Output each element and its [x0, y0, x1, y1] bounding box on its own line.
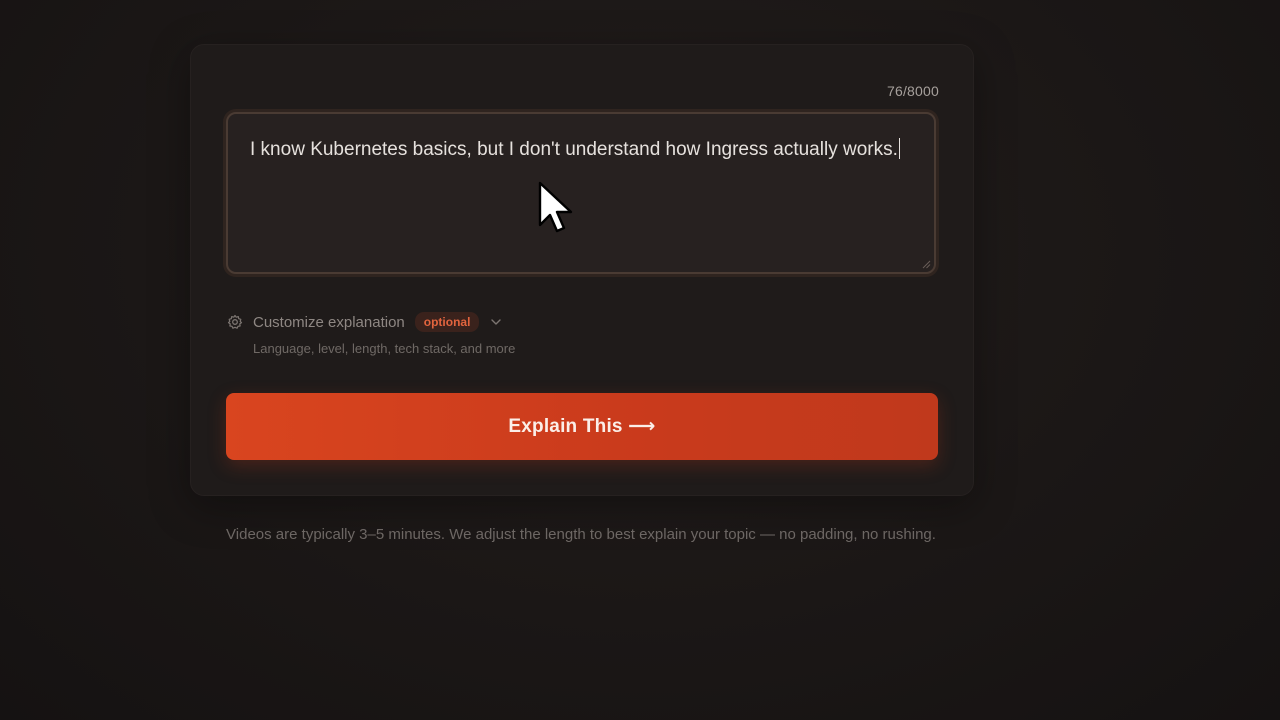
prompt-text: I know Kubernetes basics, but I don't un… — [250, 139, 898, 160]
app-stage: 76/8000 I know Kubernetes basics, but I … — [0, 0, 1280, 720]
chevron-down-icon — [489, 315, 503, 329]
resize-handle-icon[interactable] — [922, 260, 931, 269]
character-counter: 76/8000 — [886, 83, 939, 99]
optional-badge: optional — [414, 312, 480, 332]
length-note: Videos are typically 3–5 minutes. We adj… — [226, 526, 936, 543]
text-caret — [898, 138, 900, 159]
prompt-textarea[interactable]: I know Kubernetes basics, but I don't un… — [226, 112, 936, 274]
composer-card: 76/8000 I know Kubernetes basics, but I … — [190, 44, 974, 496]
customize-explanation-toggle[interactable]: Customize explanation optional — [227, 311, 503, 333]
customize-label: Customize explanation — [253, 313, 405, 331]
customize-subtitle: Language, level, length, tech stack, and… — [253, 341, 516, 356]
gear-icon — [227, 314, 243, 330]
explain-button[interactable]: Explain This ⟶ — [226, 393, 938, 460]
